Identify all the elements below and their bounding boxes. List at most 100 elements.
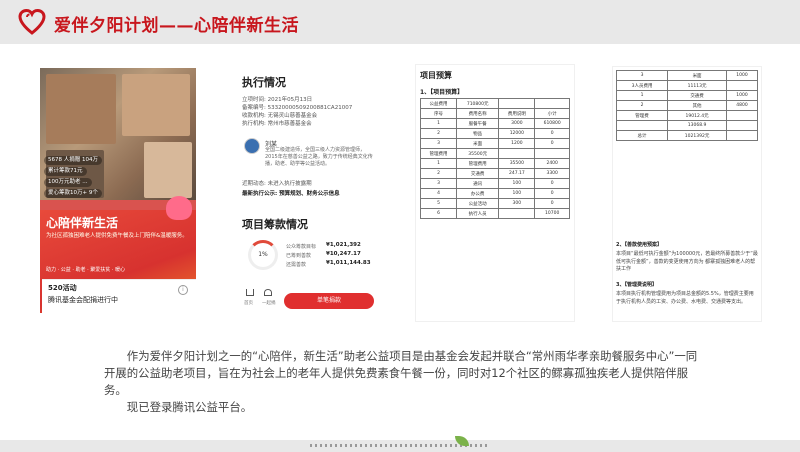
execution-row: 立项时间: 2021年05月13日 xyxy=(242,97,313,103)
poster-stats: 5678 人捐赠 104万 累计筹款71元 100万元助老 ... 爱心筹款10… xyxy=(44,156,164,200)
table-cell: 执行人员 xyxy=(456,208,500,219)
event-label: 520活动 xyxy=(48,284,77,292)
table-cell: 物品 xyxy=(456,128,500,139)
execution-row: 备案编号: 53320000509200881CA21007 xyxy=(242,105,353,111)
table-cell: 610800 xyxy=(534,118,570,129)
table-cell xyxy=(726,110,758,121)
table-cell: 1000 xyxy=(726,90,758,101)
table-cell: 公益费用 xyxy=(419,98,458,109)
table-row: 6 执行人员 10700 xyxy=(419,208,570,219)
note-text: 本项目执行机构管理费用为项目总金额的5.5%，管理费主要用于执行机构人员的工资、… xyxy=(616,291,754,305)
execution-row: 收款机构: 无锡灵山慈善基金会 xyxy=(242,113,318,119)
stat-badge: 5678 人捐赠 104万 xyxy=(44,156,102,165)
table-cell: 服餐午餐 xyxy=(456,118,500,129)
nav-team-label[interactable]: 一起捐 xyxy=(262,300,276,306)
table-row: 总计 1021392元 xyxy=(615,130,758,141)
table-row: 管理费 19012.4元 xyxy=(615,110,758,121)
person-bio: 全国二级建造师，全国三级人力资源管理师，2015年在慈善公益之路，致力于传统经典… xyxy=(265,147,373,167)
progress-percent: 1% xyxy=(258,251,268,258)
table-cell: 费用说明 xyxy=(498,108,536,119)
table-row: 2 其他 4800 xyxy=(615,100,758,111)
note-text: 本项目“最低可执行金额”为100000元，若最终所募善款少于“最低可执行金额”，… xyxy=(616,251,758,272)
table-cell: 管理费用 xyxy=(456,158,500,169)
home-icon[interactable] xyxy=(246,289,254,296)
fund-stat-label: 公众筹款目标 xyxy=(286,244,317,250)
table-cell: 0 xyxy=(534,188,570,199)
donate-button[interactable]: 单笔捐款 xyxy=(284,293,374,309)
poster-tags[interactable]: 助力 · 公益 · 助老 · 聚爱扶贫 · 暖心 xyxy=(46,266,125,273)
table-cell: 费用名称 xyxy=(456,108,500,119)
stat-badge: 累计筹款71元 xyxy=(44,167,87,176)
table-cell: 其他 xyxy=(667,100,728,111)
table-cell: 35500 xyxy=(498,158,536,169)
table-cell: 300 xyxy=(498,198,536,209)
people-icon[interactable] xyxy=(264,289,272,296)
table-cell: 1021392元 xyxy=(667,130,728,141)
table-row: 13068.9 xyxy=(615,120,758,131)
table-cell: 米面 xyxy=(456,138,500,149)
table-cell: 100 xyxy=(498,188,536,199)
event-status: 腾讯基金会配捐进行中 xyxy=(48,296,118,304)
fundraising-title: 项目筹款情况 xyxy=(242,218,308,231)
table-cell: 100 xyxy=(498,178,536,189)
table-cell: 序号 xyxy=(419,108,458,119)
poster-title: 心陪伴新生活 xyxy=(46,216,119,230)
table-row: 3 米面 1000 xyxy=(615,70,758,81)
info-icon[interactable]: i xyxy=(178,285,188,295)
table-cell: 13068.9 xyxy=(667,120,728,131)
fund-stat-value: ¥1,011,144.83 xyxy=(326,260,371,266)
page-title: 爱伴夕阳计划——心陪伴新生活 xyxy=(54,16,299,36)
table-cell: 3 xyxy=(615,70,669,81)
elderly-photo xyxy=(46,74,116,144)
table-cell: 1200 xyxy=(498,138,536,149)
table-cell xyxy=(498,148,536,159)
description-paragraph: 现已登录腾讯公益平台。 xyxy=(126,400,253,414)
budget-title: 项目预算 xyxy=(420,71,452,80)
heart-decor-icon xyxy=(166,196,192,220)
budget-summary-table: 3 米面 1000 3人员费用 11113元 1 交通费 1000 2 其他 4800 管理费 1901… xyxy=(615,70,758,141)
table-cell: 1 xyxy=(615,90,669,101)
table-cell: 3 xyxy=(419,178,458,189)
fund-stat-value: ¥10,247.17 xyxy=(326,251,361,257)
table-cell: 0 xyxy=(534,138,570,149)
stat-badge: 爱心筹款10万+ 9个 xyxy=(44,189,102,198)
table-cell xyxy=(615,120,669,131)
avatar[interactable] xyxy=(244,138,260,154)
table-cell: 办公费 xyxy=(456,188,500,199)
table-cell: 6 xyxy=(419,208,458,219)
table-cell: 0 xyxy=(534,198,570,209)
heart-logo-icon xyxy=(18,8,46,35)
table-cell: 10700 xyxy=(534,208,570,219)
note-heading: 2、【善款使用预案】 xyxy=(616,242,662,248)
table-cell: 247.17 xyxy=(498,168,536,179)
budget-table: 公益费用 710800元 序号 费用名称 费用说明 小计 1 服餐午餐 3000 610800 2 物… xyxy=(419,98,570,219)
table-cell xyxy=(534,98,570,109)
table-cell: 3 xyxy=(419,138,458,149)
table-row: 公益费用 710800元 xyxy=(419,98,570,109)
table-row: 序号 费用名称 费用说明 小计 xyxy=(419,108,570,119)
table-row: 1 服餐午餐 3000 610800 xyxy=(419,118,570,129)
fund-stat-label: 还需善款 xyxy=(286,262,307,268)
table-row: 5 公益活动 300 0 xyxy=(419,198,570,209)
table-cell: 3000 xyxy=(498,118,536,129)
table-cell: 710800元 xyxy=(456,98,500,109)
table-cell: 2400 xyxy=(534,158,570,169)
page-header: 爱伴夕阳计划——心陪伴新生活 xyxy=(0,0,800,44)
table-cell: 3人员费用 xyxy=(615,80,669,91)
table-cell xyxy=(726,130,758,141)
table-cell xyxy=(498,98,536,109)
table-row: 2 物品 12000 0 xyxy=(419,128,570,139)
table-cell: 4 xyxy=(419,188,458,199)
table-cell: 管理费用 xyxy=(419,148,458,159)
disclosure-link[interactable]: 最新执行公示: 预算规划、财务公示信息 xyxy=(242,190,340,198)
table-cell: 2 xyxy=(615,100,669,111)
table-cell: 公益活动 xyxy=(456,198,500,209)
table-cell: 1 xyxy=(419,158,458,169)
table-cell: 管理费 xyxy=(615,110,669,121)
table-cell: 35500元 xyxy=(456,148,500,159)
table-row: 1 交通费 1000 xyxy=(615,90,758,101)
nav-home-label[interactable]: 首页 xyxy=(244,300,253,306)
table-cell: 11113元 xyxy=(667,80,728,91)
description-text: 作为爱伴夕阳计划之一的“心陪伴，新生活”助老公益项目是由基金会发起并联合“常州雨… xyxy=(104,348,704,416)
execution-title: 执行情况 xyxy=(242,76,286,89)
